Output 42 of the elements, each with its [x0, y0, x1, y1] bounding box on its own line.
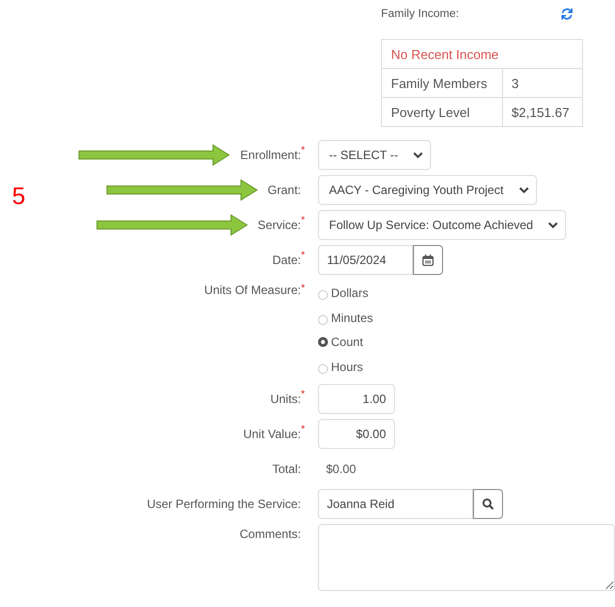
field-label: Grant:: [268, 183, 301, 197]
required-mark: *: [301, 424, 305, 435]
radio-label[interactable]: Hours: [331, 360, 364, 374]
refresh-icon[interactable]: [560, 7, 574, 21]
calendar-icon: [422, 254, 434, 266]
table-cell: $2,151.67: [502, 98, 582, 126]
income-message: No Recent Income: [382, 40, 582, 68]
date-field[interactable]: 11/05/2024: [318, 245, 413, 275]
total-value: $0.00: [325, 462, 356, 476]
field-label: Enrollment:: [240, 148, 301, 162]
field-label: Units Of Measure:: [204, 283, 301, 297]
dropdown[interactable]: AACY - Caregiving Youth Project: [318, 175, 537, 205]
field-label: Date:: [272, 253, 301, 267]
calendar-button[interactable]: [413, 245, 443, 275]
required-mark: *: [301, 283, 305, 294]
step-number: 5: [12, 183, 26, 211]
search-button[interactable]: [473, 489, 503, 519]
table-cell: 3: [502, 68, 582, 98]
number-field[interactable]: $0.00: [318, 419, 395, 449]
radio-button[interactable]: [318, 337, 328, 348]
field-label: User Performing the Service:: [146, 497, 301, 511]
radio-label[interactable]: Minutes: [331, 310, 374, 325]
required-mark: *: [301, 389, 305, 400]
radio-label[interactable]: Dollars: [331, 286, 368, 300]
table-cell: Poverty Level: [382, 98, 502, 126]
field-label: Unit Value:: [243, 427, 301, 441]
dropdown[interactable]: -- SELECT --: [318, 140, 432, 170]
family-income-label: Family Income:: [381, 8, 459, 20]
required-mark: *: [301, 250, 305, 261]
field-label: Service:: [258, 218, 301, 232]
table-cell: Family Members: [382, 68, 502, 98]
field-label: Comments:: [240, 527, 301, 541]
search-icon: [482, 498, 494, 510]
number-field[interactable]: 1.00: [318, 384, 395, 414]
field-label: Units:: [270, 392, 301, 406]
user-field[interactable]: Joanna Reid: [318, 489, 473, 519]
required-mark: *: [301, 145, 305, 156]
radio-label[interactable]: Count: [331, 335, 364, 350]
required-mark: *: [301, 215, 305, 226]
dropdown[interactable]: Follow Up Service: Outcome Achieved: [318, 210, 566, 240]
comments-field[interactable]: [318, 524, 615, 591]
field-label: Total:: [272, 462, 301, 476]
